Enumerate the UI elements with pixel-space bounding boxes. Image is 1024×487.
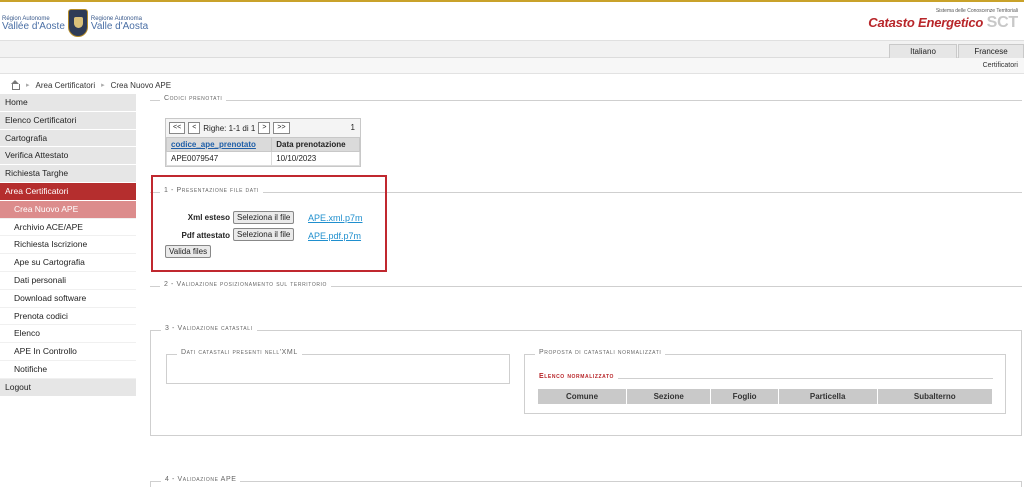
- sidebar-subitem-ape-cartografia[interactable]: Ape su Cartografia: [0, 254, 136, 272]
- sidebar-item-logout[interactable]: Logout: [0, 378, 136, 397]
- sidebar-item-cartografia[interactable]: Cartografia: [0, 129, 136, 148]
- pager: << < Righe: 1-1 di 1 > >> 1: [166, 119, 360, 137]
- language-francese-button[interactable]: Francese: [958, 44, 1024, 59]
- sidebar-item-verifica-attestato[interactable]: Verifica Attestato: [0, 147, 136, 166]
- sidebar-subitem-elenco[interactable]: Elenco: [0, 325, 136, 344]
- column-header-subalterno: Subalterno: [876, 388, 993, 405]
- home-icon[interactable]: [10, 80, 20, 90]
- breadcrumb: ▸ Area Certificatori ▸ Crea Nuovo APE: [10, 79, 171, 91]
- column-header-data: Data prenotazione: [271, 137, 360, 152]
- sidebar-subitem-notifiche[interactable]: Notifiche: [0, 360, 136, 379]
- breadcrumb-crea-nuovo-ape: Crea Nuovo APE: [110, 80, 172, 90]
- column-header-foglio: Foglio: [710, 388, 779, 405]
- sct-mark: SCT: [986, 14, 1019, 31]
- column-header-comune: Comune: [536, 388, 628, 405]
- dati-xml-legend: Dati catastali presenti nell'XML: [177, 349, 302, 356]
- crest-icon: [67, 9, 88, 37]
- pager-prev-button[interactable]: <: [188, 122, 201, 134]
- dati-xml-fieldset: Dati catastali presenti nell'XML: [166, 349, 510, 384]
- codici-prenotati-legend: Codici prenotati: [160, 95, 227, 102]
- proposta-fieldset: Proposta di catastali normalizzati: [524, 349, 1006, 414]
- sidebar-subitem-dati-personali[interactable]: Dati personali: [0, 271, 136, 290]
- section-2-fieldset: 2 - Validazione posizionamento sul terri…: [150, 281, 1022, 288]
- pager-next-button[interactable]: >: [258, 122, 271, 134]
- column-header-sezione: Sezione: [626, 388, 712, 405]
- sidebar-subitem-archivio[interactable]: Archivio ACE/APE: [0, 218, 136, 237]
- proposta-legend: Proposta di catastali normalizzati: [535, 349, 666, 356]
- xml-esteso-label: Xml esteso: [187, 213, 230, 222]
- sidebar-subitem-crea-nuovo-ape[interactable]: Crea Nuovo APE: [0, 200, 136, 219]
- normalizzati-table: Comune Sezione Foglio Particella Subalte…: [536, 388, 993, 405]
- section-4-legend: 4 - Validazione APE: [161, 476, 241, 483]
- role-bar: Certificatori: [0, 58, 1024, 74]
- sidebar-item-home[interactable]: Home: [0, 94, 136, 112]
- sidebar-subitem-prenota-codici[interactable]: Prenota codici: [0, 307, 136, 326]
- sidebar-item-area-certificatori[interactable]: Area Certificatori: [0, 182, 136, 201]
- section-2-legend: 2 - Validazione posizionamento sul terri…: [160, 281, 332, 288]
- breadcrumb-separator-icon: ▸: [26, 82, 30, 89]
- codici-table: codice_ape_prenotato Data prenotazione A…: [165, 137, 360, 166]
- pager-count: 1: [350, 123, 355, 132]
- pdf-file-link[interactable]: APE.pdf.p7m: [308, 231, 361, 241]
- brand-name: Catasto Energetico: [868, 15, 984, 30]
- column-header-codice[interactable]: codice_ape_prenotato: [165, 137, 273, 152]
- table-row[interactable]: APE0079547 10/10/2023: [165, 151, 360, 166]
- column-header-particella: Particella: [777, 388, 878, 405]
- pdf-attestato-label: Pdf attestato: [181, 231, 230, 240]
- language-italiano-button[interactable]: Italiano: [889, 44, 957, 59]
- sidebar-subitem-download-software[interactable]: Download software: [0, 289, 136, 308]
- sidebar-subitem-richiesta-iscrizione[interactable]: Richiesta Iscrizione: [0, 236, 136, 255]
- section-4-fieldset: 4 - Validazione APE: [150, 476, 1022, 487]
- language-bar: Italiano Francese: [0, 40, 1024, 59]
- xml-select-file-button[interactable]: Seleziona il file: [233, 211, 295, 224]
- section-3-legend: 3 - Validazione catastali: [161, 325, 257, 332]
- elenco-normalizzato-fieldset: Elenco normalizzato: [535, 373, 993, 380]
- sidebar: Home Elenco Certificatori Cartografia Ve…: [0, 94, 136, 397]
- pager-last-button[interactable]: >>: [273, 122, 290, 134]
- role-certificatori[interactable]: Certificatori: [983, 62, 1018, 69]
- cell-data: 10/10/2023: [271, 151, 360, 166]
- header: Région Autonome Vallée d'Aoste Regione A…: [0, 0, 1024, 40]
- xml-file-link[interactable]: APE.xml.p7m: [308, 213, 363, 223]
- pdf-select-file-button[interactable]: Seleziona il file: [233, 228, 295, 241]
- codici-table-container: << < Righe: 1-1 di 1 > >> 1 codice_ape_p…: [165, 118, 361, 167]
- elenco-normalizzato-legend: Elenco normalizzato: [535, 373, 619, 380]
- catasto-energetico-logo[interactable]: Sistema delle Conoscenze Territoriali Ca…: [868, 8, 1018, 32]
- pager-info: Righe: 1-1 di 1: [203, 123, 256, 133]
- breadcrumb-separator-icon: ▸: [101, 82, 105, 89]
- sidebar-item-elenco-certificatori[interactable]: Elenco Certificatori: [0, 111, 136, 130]
- breadcrumb-area-certificatori[interactable]: Area Certificatori: [36, 81, 96, 90]
- pager-first-button[interactable]: <<: [169, 122, 186, 134]
- cell-codice: APE0079547: [165, 151, 273, 166]
- valida-files-button[interactable]: Valida files: [165, 245, 212, 258]
- sidebar-item-richiesta-targhe[interactable]: Richiesta Targhe: [0, 165, 136, 183]
- sidebar-subitem-ape-in-controllo[interactable]: APE In Controllo: [0, 343, 136, 361]
- region-logo[interactable]: Région Autonome Vallée d'Aoste Regione A…: [2, 8, 148, 38]
